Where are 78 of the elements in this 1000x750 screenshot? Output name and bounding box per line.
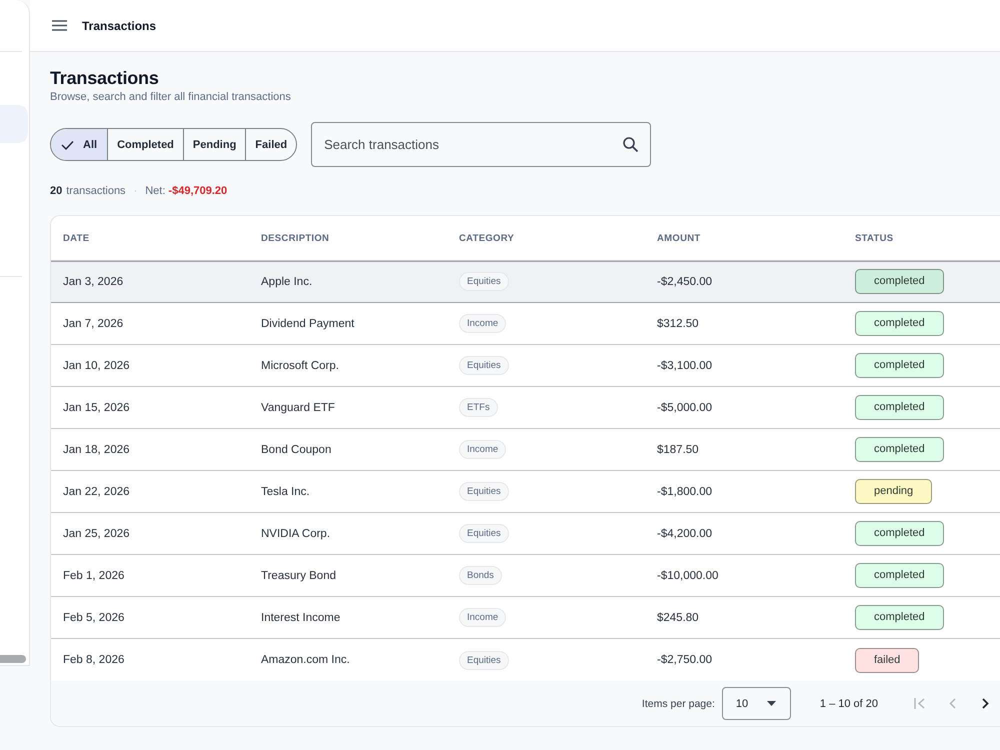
filter-chip[interactable]: Failed	[245, 129, 296, 160]
table-cell: Jan 7, 2026	[63, 318, 124, 330]
table-cell: Feb 8, 2026	[63, 654, 124, 666]
status-badge: completed	[855, 395, 944, 420]
category-tag: Income	[459, 440, 506, 459]
column-header: AMOUNT	[657, 232, 700, 244]
table-cell: Feb 5, 2026	[63, 612, 124, 624]
column-header: STATUS	[855, 232, 894, 244]
page-range: 1 – 10 of 20	[820, 698, 878, 710]
table-cell: Tesla Inc.	[261, 486, 310, 498]
search-field[interactable]: Search transactions	[311, 122, 652, 167]
page-size-select[interactable]: 10	[722, 687, 791, 720]
scrollbar-thumb[interactable]	[0, 655, 26, 663]
check-icon	[61, 140, 74, 150]
page-size-label: Items per page:	[642, 698, 715, 710]
table-cell: $187.50	[657, 444, 699, 456]
filter-chip[interactable]: Pending	[182, 129, 246, 160]
table-cell: Apple Inc.	[261, 276, 312, 288]
separator-dot: ·	[134, 184, 138, 198]
category-tag: ETFs	[459, 398, 498, 417]
status-badge: failed	[855, 648, 920, 672]
menu-icon[interactable]	[52, 20, 67, 31]
caret-icon	[766, 701, 776, 706]
table-cell: Microsoft Corp.	[261, 360, 339, 372]
table-cell: -$1,800.00	[657, 486, 712, 498]
column-header: DESCRIPTION	[261, 232, 330, 244]
page-subtitle: Browse, search and filter all financial transactions	[50, 90, 291, 104]
table-cell: Jan 10, 2026	[63, 360, 130, 372]
table-cell: Vanguard ETF	[261, 402, 335, 414]
status-badge: completed	[855, 437, 944, 462]
table-row[interactable]: Jan 3, 2026 Apple Inc. Equities -$2,450.00 completed	[51, 261, 1000, 303]
table-cell: Jan 15, 2026	[63, 402, 130, 414]
table-cell: $245.80	[657, 612, 699, 624]
status-badge: completed	[855, 563, 944, 588]
table-cell: NVIDIA Corp.	[261, 528, 330, 540]
table-cell: Treasury Bond	[261, 570, 336, 582]
net-total: -$49,709.20	[168, 184, 228, 198]
table-cell: -$2,750.00	[657, 654, 712, 666]
table-cell: Dividend Payment	[261, 318, 354, 330]
table-cell: -$5,000.00	[657, 402, 712, 414]
table-cell: Jan 22, 2026	[63, 486, 130, 498]
table-cell: Bond Coupon	[261, 444, 332, 456]
table-cell: Jan 25, 2026	[63, 528, 130, 540]
status-badge: completed	[855, 521, 944, 546]
table-cell: -$4,200.00	[657, 528, 712, 540]
category-tag: Bonds	[459, 566, 502, 585]
search-icon[interactable]	[623, 137, 638, 152]
category-tag: Equities	[459, 524, 509, 543]
table-cell: -$2,450.00	[657, 276, 712, 288]
transaction-count: 20	[50, 184, 62, 198]
table-cell: Feb 1, 2026	[63, 570, 124, 582]
filter-chip[interactable]: All	[51, 129, 108, 160]
page-title: Transactions	[50, 67, 159, 89]
status-badge: completed	[855, 269, 944, 294]
category-tag: Equities	[459, 650, 509, 670]
status-badge: completed	[855, 353, 944, 378]
category-tag: Income	[459, 314, 506, 333]
category-tag: Equities	[459, 272, 509, 291]
count-label: transactions	[66, 184, 126, 198]
app-bar-title: Transactions	[82, 18, 156, 32]
status-badge: completed	[855, 311, 944, 336]
category-tag: Equities	[459, 356, 509, 375]
filter-chip[interactable]: Completed	[107, 129, 183, 160]
table-cell: -$3,100.00	[657, 360, 712, 372]
table-cell: $312.50	[657, 318, 699, 330]
table-cell: Jan 3, 2026	[63, 276, 124, 288]
chevron-right-icon[interactable]	[982, 698, 988, 709]
column-header: DATE	[63, 232, 90, 244]
table-cell: Amazon.com Inc.	[261, 654, 350, 666]
table-cell: -$10,000.00	[657, 570, 718, 582]
status-badge: completed	[855, 605, 944, 630]
category-tag: Equities	[459, 482, 509, 501]
category-tag: Income	[459, 608, 506, 627]
table-cell: Jan 18, 2026	[63, 444, 130, 456]
column-header: CATEGORY	[459, 232, 514, 244]
net-label: Net:	[145, 184, 166, 198]
status-badge: pending	[855, 479, 932, 504]
table-cell: Interest Income	[261, 612, 340, 624]
